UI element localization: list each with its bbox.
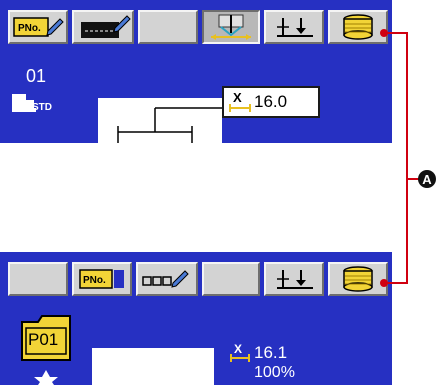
blank-key-2[interactable] [8, 262, 68, 296]
pattern-folder-p01[interactable]: P01 [20, 314, 72, 385]
pattern-preview-2[interactable] [92, 348, 214, 385]
svg-text:X: X [233, 90, 242, 105]
scale-value: 100% [254, 364, 295, 381]
pattern-number-select-icon: PNo. [79, 269, 124, 289]
needle-thread-trimming-button[interactable] [202, 10, 260, 44]
svg-text:PNo.: PNo. [83, 275, 106, 286]
lower-bobbin-button-2[interactable] [264, 262, 324, 296]
blank-key-1[interactable] [138, 10, 198, 44]
bobbin-winding-icon [343, 14, 373, 40]
bobbin-winding-button[interactable] [328, 10, 388, 44]
svg-text:PNo.: PNo. [18, 23, 41, 34]
pattern-shape-edit-icon [81, 15, 131, 38]
callout-line-top [385, 32, 408, 34]
bobbin-winding-icon [343, 266, 373, 292]
top-panel-screen: PNo. 01 STD X 16.0 [0, 0, 392, 143]
callout-badge-a: A [418, 170, 436, 188]
svg-text:X: X [234, 342, 242, 356]
lower-bobbin-icon [277, 18, 313, 37]
pattern-shape-icon [117, 107, 222, 143]
std-pattern-indicator: STD [8, 84, 84, 120]
bobbin-winding-button-2[interactable] [328, 262, 388, 296]
stitch-length-icon: X [229, 90, 251, 112]
pattern-number-edit-icon: PNo. [13, 17, 64, 37]
stitch-length-value: 16.0 [254, 92, 288, 111]
lower-bobbin-icon [277, 270, 313, 289]
callout-line-bottom [385, 282, 408, 284]
lower-bobbin-button[interactable] [264, 10, 324, 44]
std-label: STD [32, 102, 52, 113]
bottom-panel-screen: PNo. P01 X 16.1 100% [0, 252, 392, 385]
pattern-preview[interactable] [98, 98, 222, 143]
needle-thread-trimming-icon [211, 14, 251, 40]
callout-line-vertical [406, 32, 408, 284]
pattern-folder-label: P01 [28, 330, 59, 349]
blank-key-3[interactable] [202, 262, 260, 296]
pattern-shape-edit-button[interactable] [72, 10, 134, 44]
stitch-length-value-box[interactable]: X 16.0 [222, 86, 320, 118]
pattern-number-select-button[interactable]: PNo. [72, 262, 132, 296]
stitch-length-icon: X [230, 342, 250, 362]
pattern-number-edit-button[interactable]: PNo. [8, 10, 68, 44]
counter-edit-button[interactable] [136, 262, 198, 296]
counter-edit-icon [142, 270, 189, 288]
stitch-length-value-2: 16.1 [254, 343, 288, 362]
stitch-length-display: X 16.1 [230, 342, 310, 362]
